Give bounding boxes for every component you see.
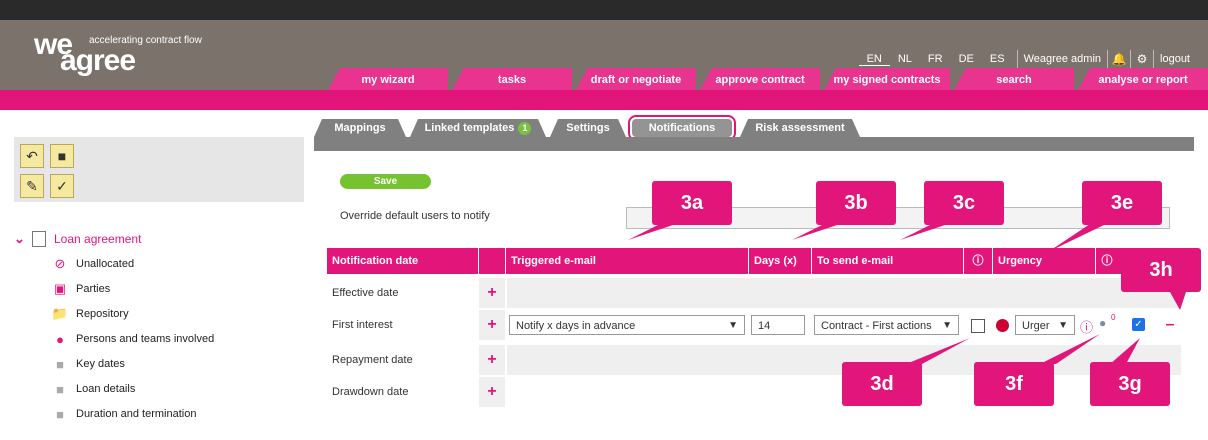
pointer-3b [792,224,840,240]
pointer-3d [906,338,970,364]
pointer-3h [1170,292,1186,310]
pointer-3a [628,224,676,240]
pointer-3g [1110,338,1140,364]
callout-pointers [628,224,1186,364]
pointer-3f [1040,334,1100,364]
pointer-3e [1048,224,1106,252]
pointer-3c [900,224,948,240]
